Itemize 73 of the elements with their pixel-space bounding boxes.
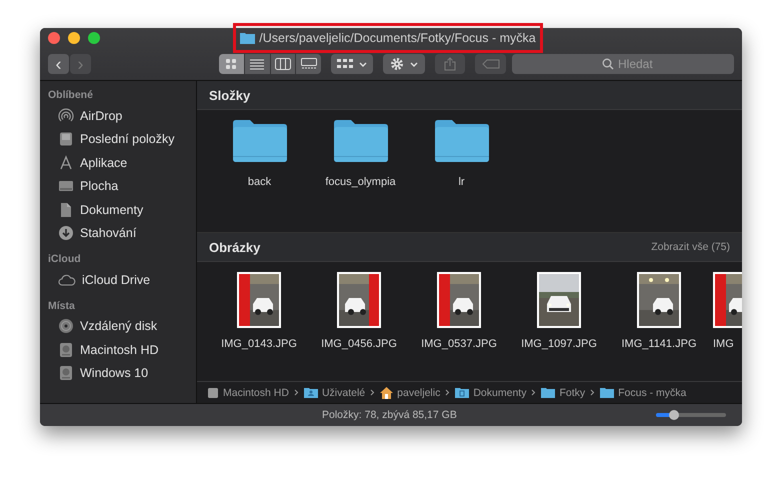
section-title: Obrázky [209,240,260,254]
sidebar-header: Místa [47,298,76,314]
image-item[interactable]: IMG_1097.JPG [509,272,609,367]
drive-icon [58,342,74,358]
search-field[interactable]: Hledat [512,54,734,74]
share-icon [444,57,456,71]
home-icon [380,386,394,398]
path-item[interactable]: Macintosh HD [207,386,289,398]
path-item[interactable]: Focus - myčka [600,386,686,398]
zoom-slider[interactable] [656,413,726,417]
tag-icon [482,59,500,69]
image-item[interactable]: IMG_0456.JPG [309,272,409,367]
sidebar-item[interactable]: Stahování [40,222,196,245]
folder-item[interactable]: back [209,120,310,232]
folder-icon [304,387,318,398]
chevron-icon [359,62,368,66]
minimize-button[interactable] [68,32,80,44]
sidebar-item[interactable]: Poslední položky [40,128,196,151]
sidebar-item[interactable]: Vzdálený disk [40,314,196,338]
gear-icon [390,57,404,71]
action-button[interactable] [383,54,425,74]
close-button[interactable] [48,32,60,44]
slider-thumb[interactable] [668,410,678,420]
drive-icon [58,365,74,382]
image-item[interactable]: IMG_0537.JPG [409,272,509,367]
sidebar-header: Oblíbené [47,88,94,103]
window-title: /Users/paveljelic/Documents/Fotky/Focus - myčka [233,23,543,53]
folder-icon [232,120,286,162]
path-item[interactable]: Uživatelé [304,386,366,398]
airdrop-icon [58,108,74,124]
folder-icon [434,120,488,162]
sidebar-item[interactable]: Windows 10 [40,362,196,385]
sidebar-item[interactable]: Macintosh HD [40,338,196,362]
section-title: Složky [209,88,250,102]
sidebar-item[interactable]: iCloud Drive [40,268,196,292]
grid-icon [337,58,354,70]
disc-icon [58,318,74,334]
status-text: Položky: 78, zbývá 85,17 GB [322,409,457,421]
group-button[interactable] [331,54,373,74]
gallery-icon [300,58,317,70]
download-icon [58,225,74,242]
document-icon [58,202,74,218]
sidebar-item[interactable]: Dokumenty [40,198,196,222]
apps-icon [58,154,74,171]
folder-icon [334,120,388,162]
folder-icon [240,32,256,44]
image-item[interactable]: IMG_0143.JPG [209,272,309,367]
path-item[interactable]: paveljelic [380,386,440,398]
columns-icon [274,58,291,70]
folder-item[interactable]: lr [411,120,512,232]
path-item[interactable]: Fotky [541,386,586,398]
list-icon [250,58,264,70]
view-mode-button[interactable] [244,54,270,74]
image-item[interactable]: IMG_1141.JPG [609,272,709,367]
sidebar-item[interactable]: AirDrop [40,104,196,128]
view-mode-button[interactable] [270,54,296,74]
sidebar-header: iCloud [47,252,82,267]
sidebar-item[interactable]: Plocha [40,174,196,198]
view-mode-button[interactable] [218,54,244,74]
folder-icon [600,387,614,398]
show-all-link[interactable]: Zobrazit vše (75) [651,237,730,257]
chevron-icon [410,62,418,66]
grid-icon [225,58,238,70]
tray-icon [58,131,74,148]
folder-icon [455,387,470,398]
folder-item[interactable]: focus_olympia [310,120,411,232]
folder-icon [541,387,556,398]
zoom-button[interactable] [88,32,100,44]
sidebar-item[interactable]: Aplikace [40,151,196,174]
view-mode-button[interactable] [296,54,322,74]
drive-icon [207,386,219,398]
back-button[interactable]: ‹ [48,54,69,74]
path-item[interactable]: Dokumenty [455,386,526,398]
